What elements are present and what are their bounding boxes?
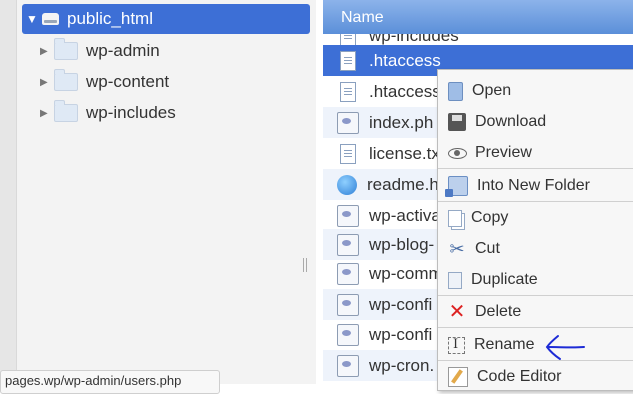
menu-item-download[interactable]: Download xyxy=(438,107,633,137)
menu-item-label: Copy xyxy=(471,209,509,226)
php-file-icon xyxy=(337,111,359,134)
download-icon xyxy=(448,113,466,131)
file-name: readme.h xyxy=(367,174,439,194)
delete-icon: ✕ xyxy=(448,301,466,323)
menu-item-label: Duplicate xyxy=(471,271,538,288)
menu-item-preview[interactable]: Preview xyxy=(438,138,633,168)
file-name: index.ph xyxy=(369,112,434,132)
file-name: wp-confi xyxy=(369,324,433,344)
menu-item-label: Download xyxy=(475,113,547,130)
collapsed-caret-icon[interactable]: ▶ xyxy=(40,77,50,88)
status-bar: pages.wp/wp-admin/users.php xyxy=(0,370,220,394)
tree-item-label: wp-content xyxy=(86,72,170,91)
copy-icon xyxy=(448,209,462,227)
menu-item-label: Delete xyxy=(475,303,522,320)
collapsed-caret-icon[interactable]: ▶ xyxy=(40,46,50,57)
expanded-caret-icon[interactable]: ▼ xyxy=(26,12,38,26)
tree-item-label: wp-includes xyxy=(86,103,176,122)
menu-item-duplicate[interactable]: Duplicate xyxy=(438,265,633,295)
folder-icon xyxy=(54,69,78,91)
menu-item-label: Open xyxy=(472,82,512,99)
file-name: wp-confi xyxy=(369,294,433,314)
open-icon xyxy=(448,81,463,101)
document-icon xyxy=(340,81,356,102)
document-icon xyxy=(340,143,356,164)
annotation-arrow-icon xyxy=(545,335,585,360)
tree-item-label: wp-admin xyxy=(86,41,160,60)
eye-icon xyxy=(448,144,467,162)
rename-icon xyxy=(448,336,465,354)
folder-icon xyxy=(54,38,78,60)
php-file-icon xyxy=(337,323,359,346)
menu-item-rename[interactable]: Rename xyxy=(438,330,633,360)
menu-item-code-editor[interactable]: Code Editor xyxy=(438,362,633,392)
php-file-icon xyxy=(337,262,359,285)
file-name: wp-activa xyxy=(369,205,441,225)
left-strip xyxy=(0,0,17,384)
php-file-icon xyxy=(337,293,359,316)
menu-item-label: Code Editor xyxy=(477,368,562,385)
file-name: wp-comm xyxy=(369,263,443,283)
file-name: wp-cron. xyxy=(369,355,435,375)
scissors-icon: ✂ xyxy=(449,239,465,259)
menu-separator xyxy=(438,327,633,328)
menu-item-delete[interactable]: ✕ Delete xyxy=(438,297,633,327)
tree-item-wp-admin[interactable]: ▶ wp-admin xyxy=(40,38,160,64)
menu-separator xyxy=(438,295,633,296)
document-icon xyxy=(340,50,356,71)
menu-separator xyxy=(438,360,633,361)
menu-item-label: Cut xyxy=(475,240,500,257)
drive-icon xyxy=(42,13,59,25)
menu-separator xyxy=(438,168,633,169)
tree-item-wp-content[interactable]: ▶ wp-content xyxy=(40,69,169,95)
menu-item-into-new-folder[interactable]: Into New Folder xyxy=(438,171,633,201)
duplicate-icon xyxy=(448,271,462,289)
column-header-name[interactable]: Name xyxy=(323,0,633,34)
menu-item-copy[interactable]: Copy xyxy=(438,203,633,233)
collapsed-caret-icon[interactable]: ▶ xyxy=(40,108,50,119)
html-file-icon xyxy=(337,174,357,195)
tree-item-wp-includes[interactable]: ▶ wp-includes xyxy=(40,100,176,126)
php-file-icon xyxy=(337,233,359,256)
panel-resize-handle[interactable] xyxy=(303,258,307,272)
menu-item-label: Rename xyxy=(474,336,535,353)
folder-icon xyxy=(54,100,78,122)
file-name: wp-blog- xyxy=(369,234,435,254)
tree-item-public-html[interactable]: ▼ public_html xyxy=(22,4,310,34)
file-name: .htaccess xyxy=(369,50,441,70)
context-menu: Open Download Preview Into New Folder Co… xyxy=(437,69,633,391)
folder-tree-panel: ▼ public_html ▶ wp-admin ▶ wp-content ▶ … xyxy=(0,0,316,394)
code-editor-icon xyxy=(448,367,468,387)
new-folder-icon xyxy=(445,176,468,197)
tree-item-label: public_html xyxy=(67,9,153,28)
php-file-icon xyxy=(337,354,359,377)
menu-item-label: Preview xyxy=(475,144,532,161)
menu-separator xyxy=(438,201,633,202)
menu-item-cut[interactable]: ✂ Cut xyxy=(438,234,633,264)
menu-item-label: Into New Folder xyxy=(477,177,590,194)
menu-item-open[interactable]: Open xyxy=(438,76,633,106)
file-name: license.tx xyxy=(369,143,440,163)
php-file-icon xyxy=(337,204,359,227)
file-name: .htaccess xyxy=(369,81,441,101)
